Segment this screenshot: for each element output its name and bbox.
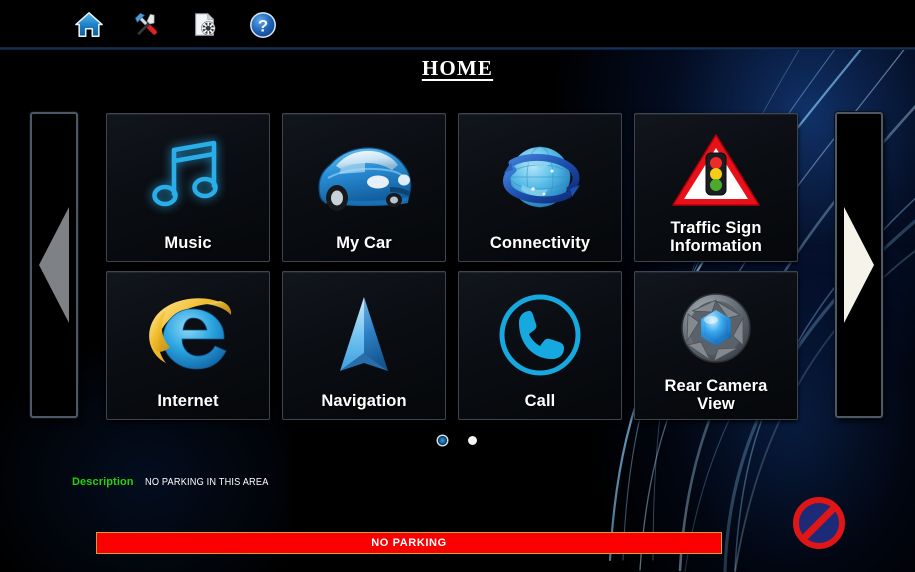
tile-music[interactable]: Music bbox=[106, 113, 270, 262]
description-label: Description bbox=[72, 476, 134, 488]
tile-label: Connectivity bbox=[489, 233, 591, 252]
page-title: HOME bbox=[421, 56, 494, 80]
tile-label: Call bbox=[524, 391, 556, 410]
tile-label: Music bbox=[164, 233, 212, 252]
tile-traffic-sign-information[interactable]: Traffic Sign Information bbox=[634, 113, 798, 262]
home-icon[interactable] bbox=[70, 6, 108, 44]
tile-internet[interactable]: Internet bbox=[106, 271, 270, 420]
svg-text:?: ? bbox=[258, 17, 268, 36]
next-page-button[interactable] bbox=[835, 112, 883, 418]
alert-banner[interactable]: NO PARKING bbox=[96, 532, 722, 554]
page-dot-2[interactable] bbox=[468, 436, 477, 445]
tile-navigation[interactable]: Navigation bbox=[282, 271, 446, 420]
no-parking-sign-icon bbox=[793, 497, 845, 549]
navigation-arrow-icon bbox=[283, 272, 445, 393]
prev-page-button[interactable] bbox=[30, 112, 78, 418]
music-note-icon bbox=[107, 114, 269, 235]
globe-network-icon bbox=[459, 114, 621, 235]
tile-my-car[interactable]: My Car bbox=[282, 113, 446, 262]
tile-label: Internet bbox=[157, 391, 219, 410]
internet-explorer-icon bbox=[107, 272, 269, 393]
tile-label: My Car bbox=[336, 233, 392, 252]
page-dot-1[interactable] bbox=[438, 436, 447, 445]
warning-traffic-light-icon bbox=[635, 114, 797, 220]
pagination-dots bbox=[0, 436, 915, 445]
tile-rear-camera-view[interactable]: Rear Camera View bbox=[634, 271, 798, 420]
top-shortcut-icon-group: ? bbox=[70, 6, 282, 44]
phone-handset-icon bbox=[459, 272, 621, 393]
tile-label: Navigation bbox=[321, 391, 407, 410]
top-shortcut-bar: ? bbox=[0, 0, 915, 50]
description-value: NO PARKING IN THIS AREA bbox=[144, 477, 269, 488]
chevron-left-icon bbox=[39, 207, 69, 323]
description-row: Description NO PARKING IN THIS AREA bbox=[72, 476, 279, 488]
tile-label: Traffic Sign Information bbox=[670, 219, 762, 255]
chevron-right-icon bbox=[844, 207, 874, 323]
tile-connectivity[interactable]: Connectivity bbox=[458, 113, 622, 262]
tools-icon[interactable] bbox=[128, 6, 166, 44]
alert-banner-text: NO PARKING bbox=[371, 537, 447, 549]
main-menu-grid: Music My Car Connectivity Traffic Sign I… bbox=[106, 113, 798, 420]
file-settings-icon[interactable] bbox=[186, 6, 224, 44]
tile-call[interactable]: Call bbox=[458, 271, 622, 420]
help-icon[interactable]: ? bbox=[244, 6, 282, 44]
tile-label: Rear Camera View bbox=[664, 377, 768, 413]
topbar-divider bbox=[0, 47, 915, 50]
car-icon bbox=[283, 114, 445, 235]
camera-aperture-icon bbox=[635, 272, 797, 378]
infotainment-screen: ? HOME Music My Car Connectivity Traffic… bbox=[0, 0, 915, 572]
